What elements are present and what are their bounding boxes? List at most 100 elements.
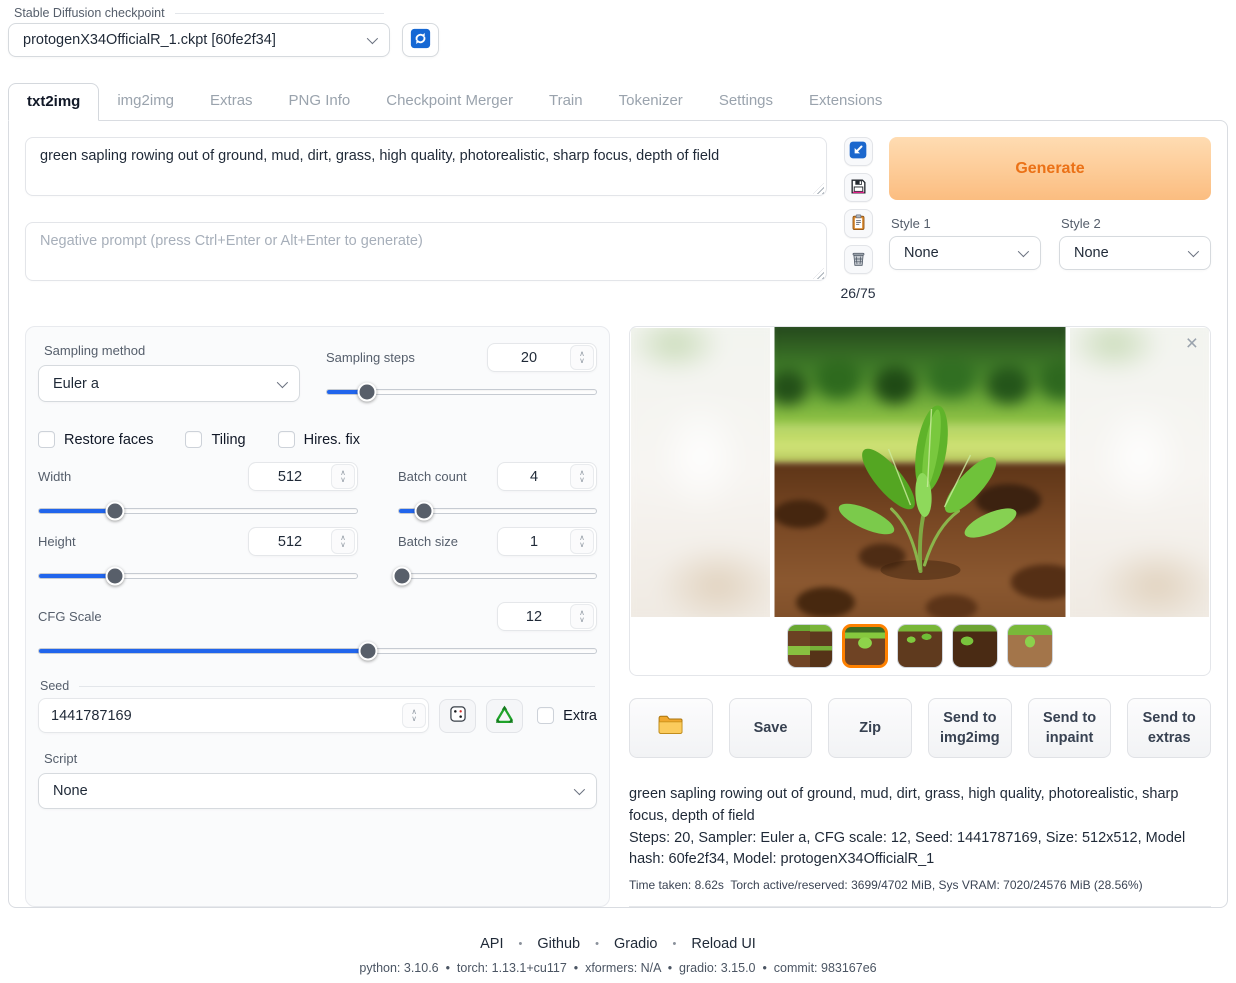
chevron-down-icon[interactable]: ∨ (579, 477, 585, 484)
footer: API • Github • Gradio • Reload UI python… (0, 936, 1236, 983)
seed-input[interactable]: 1441787169 ∧∨ (38, 698, 429, 733)
gallery-thumbnail-3[interactable] (897, 624, 943, 668)
tab-train[interactable]: Train (531, 83, 601, 120)
height-input[interactable]: 512 ∧∨ (248, 527, 358, 556)
zip-button[interactable]: Zip (828, 698, 912, 758)
number-spinner[interactable]: ∧∨ (570, 464, 594, 489)
restore-faces-checkbox[interactable]: Restore faces (38, 431, 153, 448)
extra-seed-label: Extra (563, 708, 597, 724)
slider-handle[interactable] (357, 383, 376, 402)
slider-track (398, 573, 597, 579)
main-row: Sampling method Euler a Sampling steps 2… (25, 326, 1211, 907)
seed-value: 1441787169 (51, 708, 402, 724)
chevron-down-icon[interactable]: ∨ (579, 358, 585, 365)
tab-extras[interactable]: Extras (192, 83, 271, 120)
batch-size-input[interactable]: 1 ∧∨ (497, 527, 597, 556)
generate-button[interactable]: Generate (889, 137, 1211, 200)
script-group: Script None (38, 751, 597, 809)
tab-tokenizer[interactable]: Tokenizer (601, 83, 701, 120)
info-performance-text: Time taken: 8.62s Torch active/reserved:… (629, 876, 1211, 894)
checkbox-icon (537, 707, 554, 724)
tab-png-info[interactable]: PNG Info (271, 83, 369, 120)
seed-group: Seed 1441787169 ∧∨ (38, 679, 597, 733)
chevron-down-icon[interactable]: ∨ (579, 617, 585, 624)
send-to-img2img-button[interactable]: Send to img2img (928, 698, 1012, 758)
sampling-steps-slider[interactable] (326, 382, 597, 402)
batch-count-input[interactable]: 4 ∧∨ (497, 462, 597, 491)
footer-link-reload-ui[interactable]: Reload UI (691, 936, 755, 952)
tab-checkpoint-merger[interactable]: Checkpoint Merger (368, 83, 531, 120)
number-spinner[interactable]: ∧∨ (570, 345, 594, 370)
number-spinner[interactable]: ∧∨ (331, 464, 355, 489)
tab-txt2img[interactable]: txt2img (8, 83, 99, 121)
chevron-down-icon[interactable]: ∨ (340, 477, 346, 484)
sampling-steps-row: Sampling steps 20 ∧∨ (326, 343, 597, 372)
gallery-thumbnail-1[interactable] (787, 624, 833, 668)
slider-handle[interactable] (105, 502, 124, 521)
footer-link-gradio[interactable]: Gradio (614, 936, 658, 952)
number-spinner[interactable]: ∧∨ (570, 529, 594, 554)
checkbox-icon (38, 431, 55, 448)
apply-styles-button[interactable] (844, 209, 873, 238)
tab-extensions[interactable]: Extensions (791, 83, 900, 120)
generate-column: Generate Style 1 None Style 2 None (889, 137, 1211, 301)
slider-handle[interactable] (392, 567, 411, 586)
height-slider[interactable] (38, 566, 358, 586)
tab-settings[interactable]: Settings (701, 83, 791, 120)
open-folder-button[interactable] (629, 698, 713, 758)
reuse-seed-button[interactable] (486, 699, 523, 733)
chevron-down-icon (574, 784, 585, 795)
info-prompt-text: green sapling rowing out of ground, mud,… (629, 784, 1211, 828)
refresh-checkpoints-button[interactable] (402, 23, 439, 57)
negative-prompt-input[interactable] (25, 222, 827, 281)
random-seed-button[interactable] (439, 699, 476, 733)
number-spinner[interactable]: ∧∨ (570, 604, 594, 629)
options-row: Restore faces Tiling Hires. fix (38, 431, 597, 448)
width-slider[interactable] (38, 501, 358, 521)
gallery-thumbnail-2-selected[interactable] (842, 624, 888, 668)
cfg-scale-input[interactable]: 12 ∧∨ (497, 602, 597, 631)
extra-seed-checkbox[interactable]: Extra (537, 707, 597, 724)
send-to-extras-button[interactable]: Send to extras (1127, 698, 1211, 758)
save-style-button[interactable] (844, 173, 873, 202)
send-to-inpaint-button[interactable]: Send to inpaint (1028, 698, 1112, 758)
script-select[interactable]: None (38, 773, 597, 809)
footer-link-api[interactable]: API (480, 936, 503, 952)
width-input[interactable]: 512 ∧∨ (248, 462, 358, 491)
sampling-steps-input[interactable]: 20 ∧∨ (487, 343, 597, 372)
settings-panel: Sampling method Euler a Sampling steps 2… (25, 326, 610, 907)
slider-handle[interactable] (358, 642, 377, 661)
chevron-down-icon[interactable]: ∨ (579, 542, 585, 549)
tiling-label: Tiling (211, 432, 245, 448)
cfg-scale-group: CFG Scale 12 ∧∨ (38, 602, 597, 661)
gallery-thumbnail-4[interactable] (952, 624, 998, 668)
chevron-down-icon[interactable]: ∨ (411, 716, 417, 723)
footer-link-github[interactable]: Github (537, 936, 580, 952)
tab-img2img[interactable]: img2img (99, 83, 192, 120)
style1-select[interactable]: None (889, 236, 1041, 270)
sampling-method-select[interactable]: Euler a (38, 365, 300, 402)
save-button[interactable]: Save (729, 698, 813, 758)
batch-size-slider[interactable] (398, 566, 597, 586)
batch-count-slider[interactable] (398, 501, 597, 521)
prompt-input[interactable]: green sapling rowing out of ground, mud,… (25, 137, 827, 196)
token-counter: 26/75 (840, 285, 875, 301)
gallery-thumbnail-5[interactable] (1007, 624, 1053, 668)
number-spinner[interactable]: ∧∨ (402, 703, 426, 728)
slider-handle[interactable] (105, 567, 124, 586)
slider-handle[interactable] (414, 502, 433, 521)
checkpoint-select[interactable]: protogenX34OfficialR_1.ckpt [60fe2f34] (8, 23, 390, 57)
clipboard-icon (849, 213, 868, 235)
cfg-scale-slider[interactable] (38, 641, 597, 661)
recycle-icon (494, 704, 515, 728)
close-icon[interactable]: × (1186, 333, 1198, 354)
chevron-down-icon[interactable]: ∨ (340, 542, 346, 549)
hires-fix-checkbox[interactable]: Hires. fix (278, 431, 360, 448)
style2-select[interactable]: None (1059, 236, 1211, 270)
generated-image[interactable] (775, 327, 1066, 617)
checkpoint-bar: Stable Diffusion checkpoint protogenX34O… (0, 0, 1236, 57)
paste-generation-params-button[interactable] (844, 137, 873, 166)
number-spinner[interactable]: ∧∨ (331, 529, 355, 554)
tiling-checkbox[interactable]: Tiling (185, 431, 245, 448)
clear-prompt-button[interactable] (844, 245, 873, 274)
